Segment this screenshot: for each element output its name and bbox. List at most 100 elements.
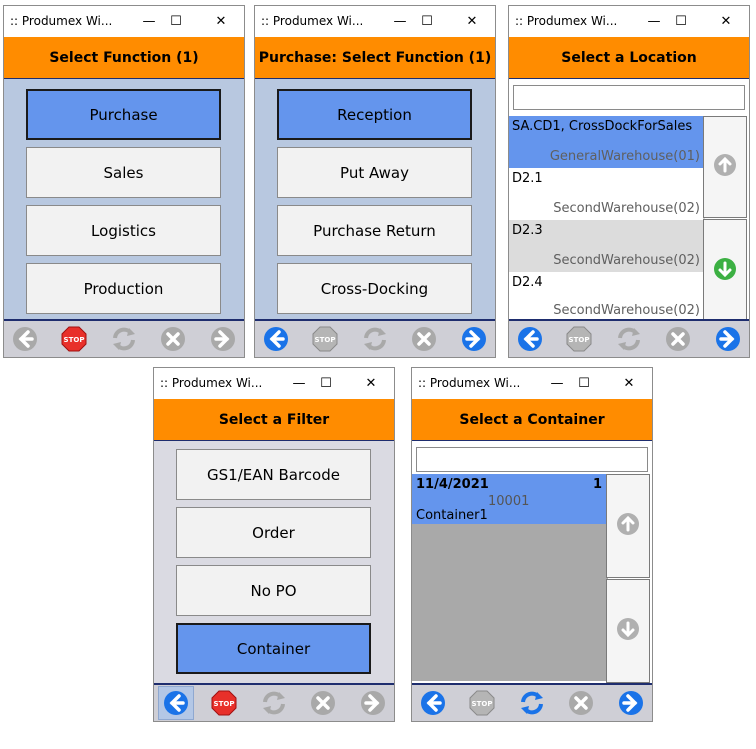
container-date: 11/4/2021 <box>416 477 489 492</box>
back-arrow-icon[interactable] <box>516 325 544 353</box>
maximize-button[interactable]: ☐ <box>415 9 439 33</box>
stop-icon[interactable]: STOP <box>565 325 593 353</box>
list-item[interactable]: D2.4 SecondWarehouse(02) <box>509 272 703 317</box>
forward-arrow-icon[interactable] <box>714 325 742 353</box>
forward-arrow-icon[interactable] <box>359 689 387 717</box>
location-warehouse: SecondWarehouse(02) <box>553 303 700 317</box>
refresh-icon[interactable] <box>260 689 288 717</box>
no-po-button[interactable]: No PO <box>176 565 371 616</box>
purchase-button[interactable]: Purchase <box>26 89 221 140</box>
list-item[interactable]: D2.1 SecondWarehouse(02) <box>509 168 703 220</box>
window-select-container: :: Produmex Wi... — ☐ ✕ Select a Contain… <box>411 367 653 722</box>
filter-menu: GS1/EAN Barcode Order No PO Container <box>154 441 394 683</box>
scroll-down-icon <box>616 617 640 645</box>
sales-button[interactable]: Sales <box>26 147 221 198</box>
page-header: Select a Location <box>509 37 749 80</box>
back-arrow-icon[interactable] <box>162 689 190 717</box>
refresh-icon[interactable] <box>615 325 643 353</box>
cancel-icon[interactable] <box>567 689 595 717</box>
stop-icon[interactable]: STOP <box>210 689 238 717</box>
title-bar: :: Produmex Wi... — ☐ ✕ <box>4 6 244 36</box>
minimize-button[interactable]: — <box>545 371 569 395</box>
forward-arrow-icon[interactable] <box>209 325 237 353</box>
function-menu: Purchase Sales Logistics Production <box>4 79 244 319</box>
scroll-up-icon <box>616 512 640 540</box>
cancel-icon[interactable] <box>410 325 438 353</box>
purchase-return-button[interactable]: Purchase Return <box>277 205 472 256</box>
page-header: Purchase: Select Function (1) <box>255 37 495 80</box>
stop-icon[interactable]: STOP <box>468 689 496 717</box>
stop-icon[interactable]: STOP <box>60 325 88 353</box>
window-title: :: Produmex Wi... <box>261 14 364 28</box>
scroll-down-button[interactable] <box>703 219 747 323</box>
forward-arrow-icon[interactable] <box>460 325 488 353</box>
container-panel: 11/4/2021 1 10001 Container1 <box>412 441 652 683</box>
nav-bar: STOP <box>4 319 244 357</box>
container-button[interactable]: Container <box>176 623 371 674</box>
close-button[interactable]: ✕ <box>714 9 738 33</box>
refresh-icon[interactable] <box>110 325 138 353</box>
list-item[interactable]: 11/4/2021 1 10001 Container1 <box>412 474 606 524</box>
page-header: Select a Filter <box>154 399 394 442</box>
stop-icon[interactable]: STOP <box>311 325 339 353</box>
title-bar: :: Produmex Wi... — ☐ ✕ <box>154 368 394 398</box>
close-button[interactable]: ✕ <box>617 371 641 395</box>
window-title: :: Produmex Wi... <box>418 376 521 390</box>
forward-arrow-icon[interactable] <box>617 689 645 717</box>
back-arrow-icon[interactable] <box>419 689 447 717</box>
window-select-filter: :: Produmex Wi... — ☐ ✕ Select a Filter … <box>153 367 395 722</box>
svg-text:STOP: STOP <box>569 336 590 344</box>
nav-bar: STOP <box>255 319 495 357</box>
back-arrow-icon[interactable] <box>262 325 290 353</box>
maximize-button[interactable]: ☐ <box>314 371 338 395</box>
list-item[interactable]: SA.CD1, CrossDockForSales GeneralWarehou… <box>509 116 703 168</box>
scroll-down-icon <box>713 257 737 285</box>
location-code: D2.4 <box>512 275 543 290</box>
cross-docking-button[interactable]: Cross-Docking <box>277 263 472 314</box>
location-list: SA.CD1, CrossDockForSales GeneralWarehou… <box>509 116 705 317</box>
minimize-button[interactable]: — <box>137 9 161 33</box>
reception-button[interactable]: Reception <box>277 89 472 140</box>
scroll-up-icon <box>713 153 737 181</box>
minimize-button[interactable]: — <box>388 9 412 33</box>
location-warehouse: SecondWarehouse(02) <box>553 253 700 268</box>
location-code: D2.1 <box>512 171 543 186</box>
maximize-button[interactable]: ☐ <box>164 9 188 33</box>
close-button[interactable]: ✕ <box>359 371 383 395</box>
window-title: :: Produmex Wi... <box>160 376 263 390</box>
gs1-ean-barcode-button[interactable]: GS1/EAN Barcode <box>176 449 371 500</box>
production-button[interactable]: Production <box>26 263 221 314</box>
search-input[interactable] <box>416 447 648 472</box>
cancel-icon[interactable] <box>159 325 187 353</box>
nav-bar: STOP <box>412 683 652 721</box>
maximize-button[interactable]: ☐ <box>572 371 596 395</box>
svg-text:STOP: STOP <box>64 336 85 344</box>
put-away-button[interactable]: Put Away <box>277 147 472 198</box>
search-input[interactable] <box>513 85 745 110</box>
list-item[interactable]: D2.3 SecondWarehouse(02) <box>509 220 703 272</box>
page-header: Select Function (1) <box>4 37 244 80</box>
window-select-function: :: Produmex Wi... — ☐ ✕ Select Function … <box>3 5 245 358</box>
logistics-button[interactable]: Logistics <box>26 205 221 256</box>
maximize-button[interactable]: ☐ <box>669 9 693 33</box>
scroll-up-button[interactable] <box>606 474 650 578</box>
svg-text:STOP: STOP <box>315 336 336 344</box>
nav-bar: STOP <box>154 683 394 721</box>
refresh-icon[interactable] <box>518 689 546 717</box>
order-button[interactable]: Order <box>176 507 371 558</box>
close-button[interactable]: ✕ <box>460 9 484 33</box>
cancel-icon[interactable] <box>664 325 692 353</box>
container-name: Container1 <box>416 508 488 523</box>
scroll-up-button[interactable] <box>703 116 747 218</box>
scroll-down-button[interactable] <box>606 579 650 683</box>
window-select-location: :: Produmex Wi... — ☐ ✕ Select a Locatio… <box>508 5 750 358</box>
location-warehouse: SecondWarehouse(02) <box>553 201 700 216</box>
window-title: :: Produmex Wi... <box>515 14 618 28</box>
refresh-icon[interactable] <box>361 325 389 353</box>
cancel-icon[interactable] <box>309 689 337 717</box>
minimize-button[interactable]: — <box>642 9 666 33</box>
container-list: 11/4/2021 1 10001 Container1 <box>412 474 608 681</box>
back-arrow-icon[interactable] <box>11 325 39 353</box>
minimize-button[interactable]: — <box>287 371 311 395</box>
close-button[interactable]: ✕ <box>209 9 233 33</box>
